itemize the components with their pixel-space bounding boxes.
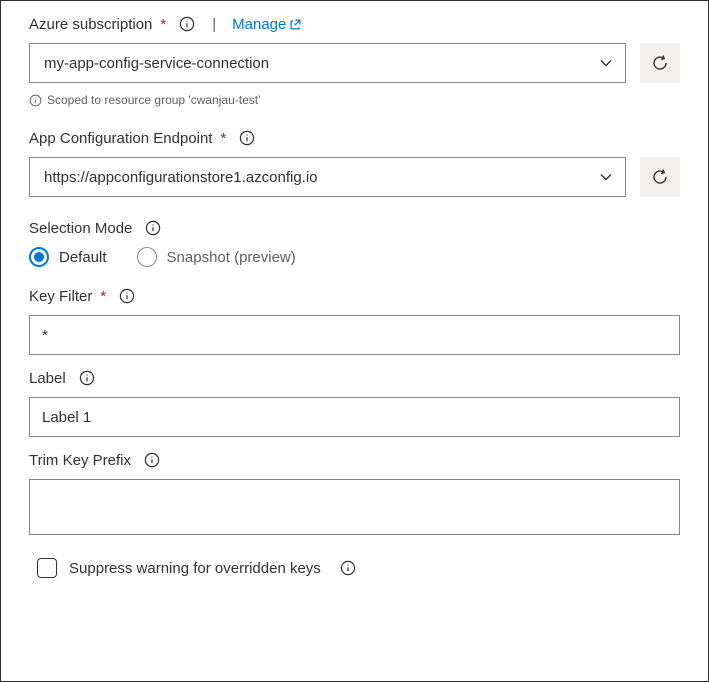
radio-snapshot[interactable]: Snapshot (preview) <box>137 247 296 267</box>
manage-link-text: Manage <box>232 16 286 33</box>
azure-subscription-control-row: my-app-config-service-connection <box>29 43 680 83</box>
trim-prefix-field: Trim Key Prefix <box>29 451 680 538</box>
azure-subscription-label: Azure subscription <box>29 16 152 33</box>
trim-prefix-label: Trim Key Prefix <box>29 452 131 469</box>
required-asterisk: * <box>160 16 166 33</box>
suppress-warning-label: Suppress warning for overridden keys <box>69 560 321 577</box>
azure-subscription-value: my-app-config-service-connection <box>30 55 587 72</box>
label-divider: | <box>212 16 216 33</box>
azure-subscription-field: Azure subscription * | Manage my-app-con… <box>29 15 680 107</box>
info-icon[interactable] <box>144 219 162 237</box>
suppress-warning-row: Suppress warning for overridden keys <box>37 558 680 578</box>
label-field-label-row: Label <box>29 369 680 387</box>
external-link-icon <box>290 19 301 30</box>
radio-snapshot-label: Snapshot (preview) <box>167 249 296 266</box>
info-icon[interactable] <box>339 559 357 577</box>
key-filter-label-row: Key Filter * <box>29 287 680 305</box>
chevron-down-icon <box>587 56 625 70</box>
config-panel: Azure subscription * | Manage my-app-con… <box>0 0 709 682</box>
manage-link[interactable]: Manage <box>232 16 301 33</box>
info-icon[interactable] <box>118 287 136 305</box>
key-filter-label: Key Filter <box>29 288 92 305</box>
required-asterisk: * <box>100 288 106 305</box>
radio-icon-selected <box>29 247 49 267</box>
chevron-down-icon <box>587 170 625 184</box>
key-filter-input[interactable] <box>29 315 680 355</box>
azure-subscription-select[interactable]: my-app-config-service-connection <box>29 43 626 83</box>
trim-prefix-input[interactable] <box>29 479 680 535</box>
app-config-endpoint-control-row: https://appconfigurationstore1.azconfig.… <box>29 157 680 197</box>
label-input[interactable] <box>29 397 680 437</box>
app-config-endpoint-label-row: App Configuration Endpoint * <box>29 129 680 147</box>
selection-mode-radios: Default Snapshot (preview) <box>29 247 680 267</box>
trim-prefix-label-row: Trim Key Prefix <box>29 451 680 469</box>
app-config-endpoint-label: App Configuration Endpoint <box>29 130 212 147</box>
azure-subscription-helper-text: Scoped to resource group 'cwanjau-test' <box>47 93 260 107</box>
app-config-endpoint-field: App Configuration Endpoint * https://app… <box>29 129 680 197</box>
required-asterisk: * <box>220 130 226 147</box>
app-config-endpoint-select[interactable]: https://appconfigurationstore1.azconfig.… <box>29 157 626 197</box>
radio-default-label: Default <box>59 249 107 266</box>
key-filter-field: Key Filter * <box>29 287 680 355</box>
label-field-label: Label <box>29 370 66 387</box>
info-icon[interactable] <box>238 129 256 147</box>
app-config-endpoint-value: https://appconfigurationstore1.azconfig.… <box>30 169 587 186</box>
label-field: Label <box>29 369 680 437</box>
refresh-button[interactable] <box>640 157 680 197</box>
radio-icon-unselected <box>137 247 157 267</box>
azure-subscription-label-row: Azure subscription * | Manage <box>29 15 680 33</box>
radio-default[interactable]: Default <box>29 247 107 267</box>
azure-subscription-helper: Scoped to resource group 'cwanjau-test' <box>29 93 680 107</box>
selection-mode-label-row: Selection Mode <box>29 219 680 237</box>
selection-mode-field: Selection Mode Default Snapshot (preview… <box>29 219 680 267</box>
selection-mode-label: Selection Mode <box>29 220 132 237</box>
info-icon[interactable] <box>178 15 196 33</box>
refresh-button[interactable] <box>640 43 680 83</box>
suppress-warning-checkbox[interactable] <box>37 558 57 578</box>
info-icon[interactable] <box>78 369 96 387</box>
info-icon[interactable] <box>143 451 161 469</box>
